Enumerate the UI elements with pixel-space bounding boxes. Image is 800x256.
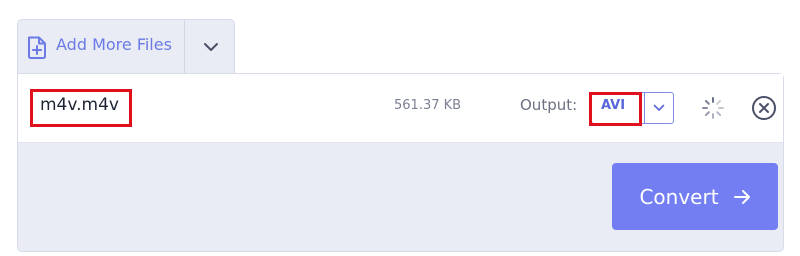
add-more-files-button[interactable]: Add More Files	[18, 20, 184, 74]
file-size: 561.37 KB	[394, 98, 462, 113]
add-more-files-label: Add More Files	[56, 35, 172, 54]
output-label: Output:	[520, 96, 578, 114]
upload-toolbar: Add More Files	[17, 19, 236, 74]
chevron-down-icon	[203, 43, 218, 51]
add-files-dropdown-button[interactable]	[185, 20, 236, 74]
convert-button-label: Convert	[639, 184, 719, 209]
arrow-right-icon	[733, 189, 750, 204]
file-list-panel: m4v.m4v 561.37 KB Output: AVI Convert	[17, 73, 784, 252]
convert-button[interactable]: Convert	[612, 163, 778, 230]
chevron-down-icon	[653, 104, 665, 111]
file-plus-icon	[28, 36, 46, 59]
file-name-highlight-box	[30, 89, 132, 127]
output-format-highlight-box	[589, 92, 642, 126]
loading-spinner-icon	[702, 97, 724, 119]
close-circle-icon[interactable]	[751, 95, 777, 121]
file-row: m4v.m4v 561.37 KB Output: AVI	[18, 74, 783, 143]
format-dropdown-toggle[interactable]	[645, 93, 673, 123]
